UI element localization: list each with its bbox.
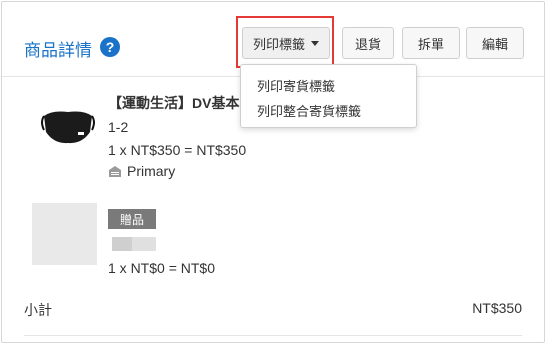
gift-price-line: 1 x NT$0 = NT$0 <box>108 260 215 276</box>
placeholder-block <box>112 237 132 251</box>
question-circle-icon[interactable]: ? <box>99 36 121 58</box>
svg-text:?: ? <box>106 39 115 55</box>
order-items-panel: 商品詳情 ? 列印標籤 退貨 拆單 編輯 列印寄貨標籤 列印整合寄貨標籤 【運動… <box>1 1 545 343</box>
gift-image-placeholder <box>32 203 97 265</box>
item-name[interactable]: 【運動生活】DV基本 <box>108 93 239 113</box>
menu-item-print-combined-shipping-label[interactable]: 列印整合寄貨標籤 <box>257 101 361 120</box>
divider <box>24 335 522 336</box>
panel-title: 商品詳情 <box>24 41 92 60</box>
print-label-dropdown: 列印寄貨標籤 列印整合寄貨標籤 <box>240 64 417 128</box>
warehouse-name: Primary <box>127 163 176 179</box>
gift-badge: 贈品 <box>108 209 156 229</box>
warehouse-row: Primary <box>108 163 175 179</box>
return-button[interactable]: 退貨 <box>342 27 394 59</box>
subtotal-label: 小計 <box>24 302 52 318</box>
placeholder-block <box>132 237 156 251</box>
face-mask-icon <box>41 111 95 144</box>
subtotal-value: NT$350 <box>472 300 522 316</box>
item-price-line: 1 x NT$350 = NT$350 <box>108 142 247 158</box>
edit-button[interactable]: 編輯 <box>466 27 524 59</box>
highlight-box <box>236 16 334 68</box>
gift-name-placeholder <box>112 237 156 251</box>
warehouse-icon <box>109 165 121 177</box>
split-order-button[interactable]: 拆單 <box>402 27 460 59</box>
item-variant: 1-2 <box>108 119 129 135</box>
menu-item-print-shipping-label[interactable]: 列印寄貨標籤 <box>257 76 335 95</box>
